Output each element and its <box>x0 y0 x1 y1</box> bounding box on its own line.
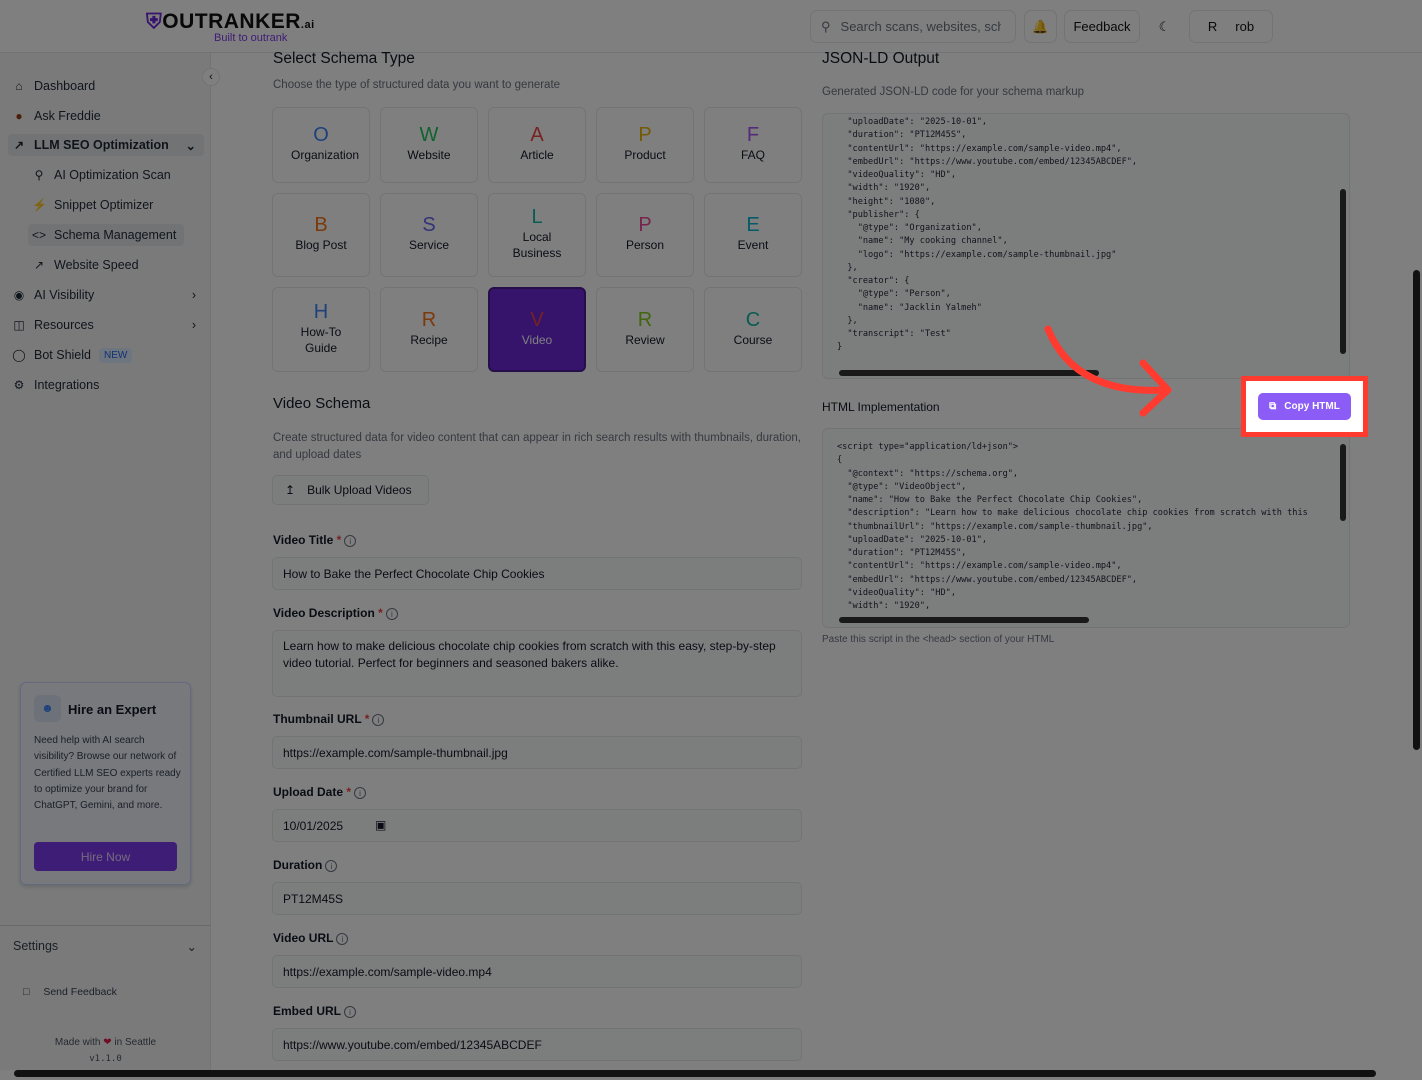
copy-html-button[interactable]: ⧉ Copy HTML <box>1258 393 1351 420</box>
copy-icon: ⧉ <box>1269 401 1277 412</box>
pointer-arrow-icon <box>1044 325 1172 417</box>
highlight-box: ⧉ Copy HTML <box>1241 376 1368 437</box>
